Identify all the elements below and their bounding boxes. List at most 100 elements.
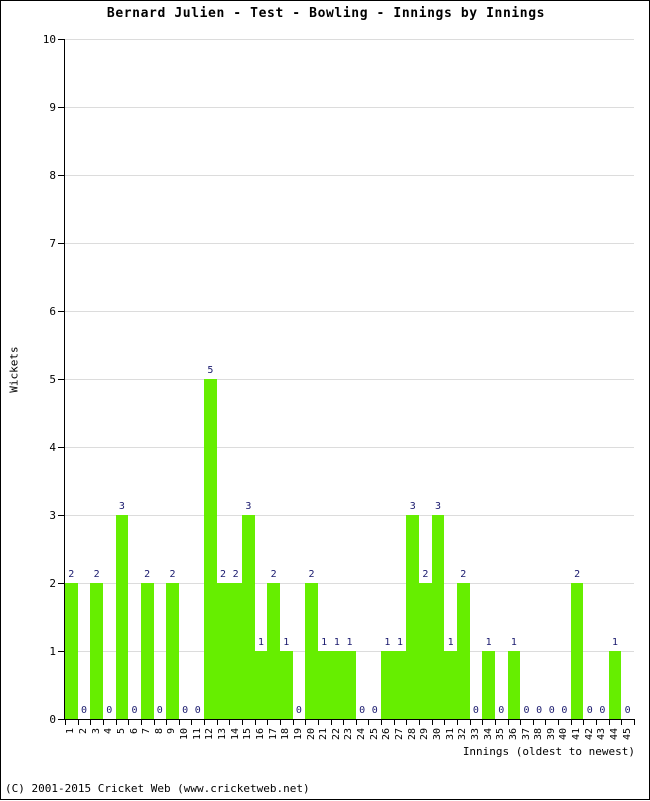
bar-value-label: 0 bbox=[498, 705, 505, 716]
bar-slot[interactable]: 0 bbox=[596, 39, 609, 719]
bar-slot[interactable]: 1 bbox=[381, 39, 394, 719]
bar-slot[interactable]: 2 bbox=[456, 39, 470, 719]
bar-slot[interactable]: 3 bbox=[431, 39, 445, 719]
bar-slot[interactable]: 2 bbox=[166, 39, 179, 719]
bar-slot[interactable]: 0 bbox=[558, 39, 571, 719]
x-tick-mark bbox=[331, 720, 332, 725]
bar[interactable] bbox=[406, 515, 420, 719]
x-tick-mark bbox=[356, 720, 357, 725]
x-tick-mark bbox=[444, 720, 445, 725]
bar[interactable] bbox=[330, 651, 344, 719]
bar[interactable] bbox=[267, 583, 280, 719]
bar-slot[interactable]: 1 bbox=[393, 39, 407, 719]
x-tick-mark bbox=[533, 720, 534, 725]
bar-slot[interactable]: 0 bbox=[293, 39, 306, 719]
bar-slot[interactable]: 3 bbox=[115, 39, 129, 719]
bar[interactable] bbox=[507, 651, 521, 719]
y-tick-mark bbox=[58, 583, 65, 584]
bar-slot[interactable]: 1 bbox=[279, 39, 293, 719]
bar-value-label: 0 bbox=[561, 705, 568, 716]
bar[interactable] bbox=[279, 651, 293, 719]
bar[interactable] bbox=[456, 583, 470, 719]
bar[interactable] bbox=[419, 583, 432, 719]
bar[interactable] bbox=[431, 515, 445, 719]
bar[interactable] bbox=[570, 583, 584, 719]
bar[interactable] bbox=[204, 379, 217, 719]
bar[interactable] bbox=[166, 583, 179, 719]
bar-slot[interactable]: 2 bbox=[140, 39, 154, 719]
bar[interactable] bbox=[254, 651, 268, 719]
bar[interactable] bbox=[216, 583, 230, 719]
bar-slot[interactable]: 1 bbox=[343, 39, 356, 719]
footer-copyright: (C) 2001-2015 Cricket Web (www.cricketwe… bbox=[5, 782, 310, 795]
bar[interactable] bbox=[242, 515, 255, 719]
bar-slot[interactable]: 0 bbox=[520, 39, 533, 719]
bar[interactable] bbox=[343, 651, 356, 719]
bar-slot[interactable]: 0 bbox=[368, 39, 381, 719]
bar-slot[interactable]: 0 bbox=[179, 39, 192, 719]
bar[interactable] bbox=[393, 651, 407, 719]
bar[interactable] bbox=[305, 583, 318, 719]
x-tick-mark bbox=[229, 720, 230, 725]
bar[interactable] bbox=[317, 651, 331, 719]
bar-slot[interactable]: 2 bbox=[267, 39, 280, 719]
bar-slot[interactable]: 2 bbox=[90, 39, 103, 719]
bar[interactable] bbox=[229, 583, 243, 719]
x-tick-mark bbox=[90, 720, 91, 725]
bar-slot[interactable]: 1 bbox=[482, 39, 495, 719]
bar-slot[interactable]: 0 bbox=[78, 39, 91, 719]
bar-slot[interactable]: 0 bbox=[533, 39, 546, 719]
bar-slot[interactable]: 3 bbox=[406, 39, 420, 719]
bar-value-label: 1 bbox=[333, 637, 340, 648]
bar-value-label: 3 bbox=[245, 501, 252, 512]
bar-slot[interactable]: 3 bbox=[242, 39, 255, 719]
bar-value-label: 2 bbox=[422, 569, 429, 580]
x-tick-mark bbox=[179, 720, 180, 725]
bar-slot[interactable]: 0 bbox=[128, 39, 141, 719]
bar[interactable] bbox=[140, 583, 154, 719]
bar-slot[interactable]: 1 bbox=[444, 39, 457, 719]
bar-slot[interactable]: 0 bbox=[545, 39, 558, 719]
bar-slot[interactable]: 5 bbox=[204, 39, 217, 719]
bar[interactable] bbox=[90, 583, 103, 719]
bar[interactable] bbox=[482, 651, 495, 719]
x-tick-label: 11 bbox=[192, 728, 203, 741]
bar-slot[interactable]: 2 bbox=[216, 39, 230, 719]
bar-slot[interactable]: 0 bbox=[621, 39, 634, 719]
bar-slot[interactable]: 2 bbox=[305, 39, 318, 719]
bar-slot[interactable]: 0 bbox=[103, 39, 116, 719]
x-tick-mark bbox=[558, 720, 559, 725]
bar-slot[interactable]: 0 bbox=[154, 39, 167, 719]
bar-slot[interactable]: 1 bbox=[254, 39, 268, 719]
bar-slot[interactable]: 1 bbox=[317, 39, 331, 719]
x-tick-label: 15 bbox=[242, 728, 253, 741]
bar-slot[interactable]: 0 bbox=[191, 39, 204, 719]
x-tick-mark bbox=[457, 720, 458, 725]
y-tick-mark bbox=[58, 651, 65, 652]
bar-slot[interactable]: 1 bbox=[507, 39, 521, 719]
bar-slot[interactable]: 0 bbox=[356, 39, 369, 719]
bar[interactable] bbox=[381, 651, 394, 719]
bar-slot[interactable]: 2 bbox=[419, 39, 432, 719]
bar-slot[interactable]: 1 bbox=[330, 39, 344, 719]
bar-slot[interactable]: 2 bbox=[229, 39, 243, 719]
x-tick-label: 24 bbox=[356, 728, 367, 741]
bar-slot[interactable]: 2 bbox=[65, 39, 78, 719]
x-tick-label: 30 bbox=[432, 728, 443, 741]
y-tick-mark bbox=[58, 107, 65, 108]
bar[interactable] bbox=[444, 651, 457, 719]
y-tick-label: 1 bbox=[49, 645, 56, 658]
x-tick-label: 26 bbox=[381, 728, 392, 741]
bar[interactable] bbox=[608, 651, 622, 719]
bar-value-label: 0 bbox=[472, 705, 479, 716]
bar-slot[interactable]: 0 bbox=[495, 39, 508, 719]
bar[interactable] bbox=[65, 583, 78, 719]
x-tick-mark bbox=[583, 720, 584, 725]
bar-slot[interactable]: 0 bbox=[470, 39, 483, 719]
bar-slot[interactable]: 2 bbox=[570, 39, 584, 719]
bar-slot[interactable]: 1 bbox=[608, 39, 622, 719]
bar-slot[interactable]: 0 bbox=[583, 39, 596, 719]
bar-value-label: 2 bbox=[308, 569, 315, 580]
bar[interactable] bbox=[115, 515, 129, 719]
x-tick-label: 16 bbox=[255, 728, 266, 741]
